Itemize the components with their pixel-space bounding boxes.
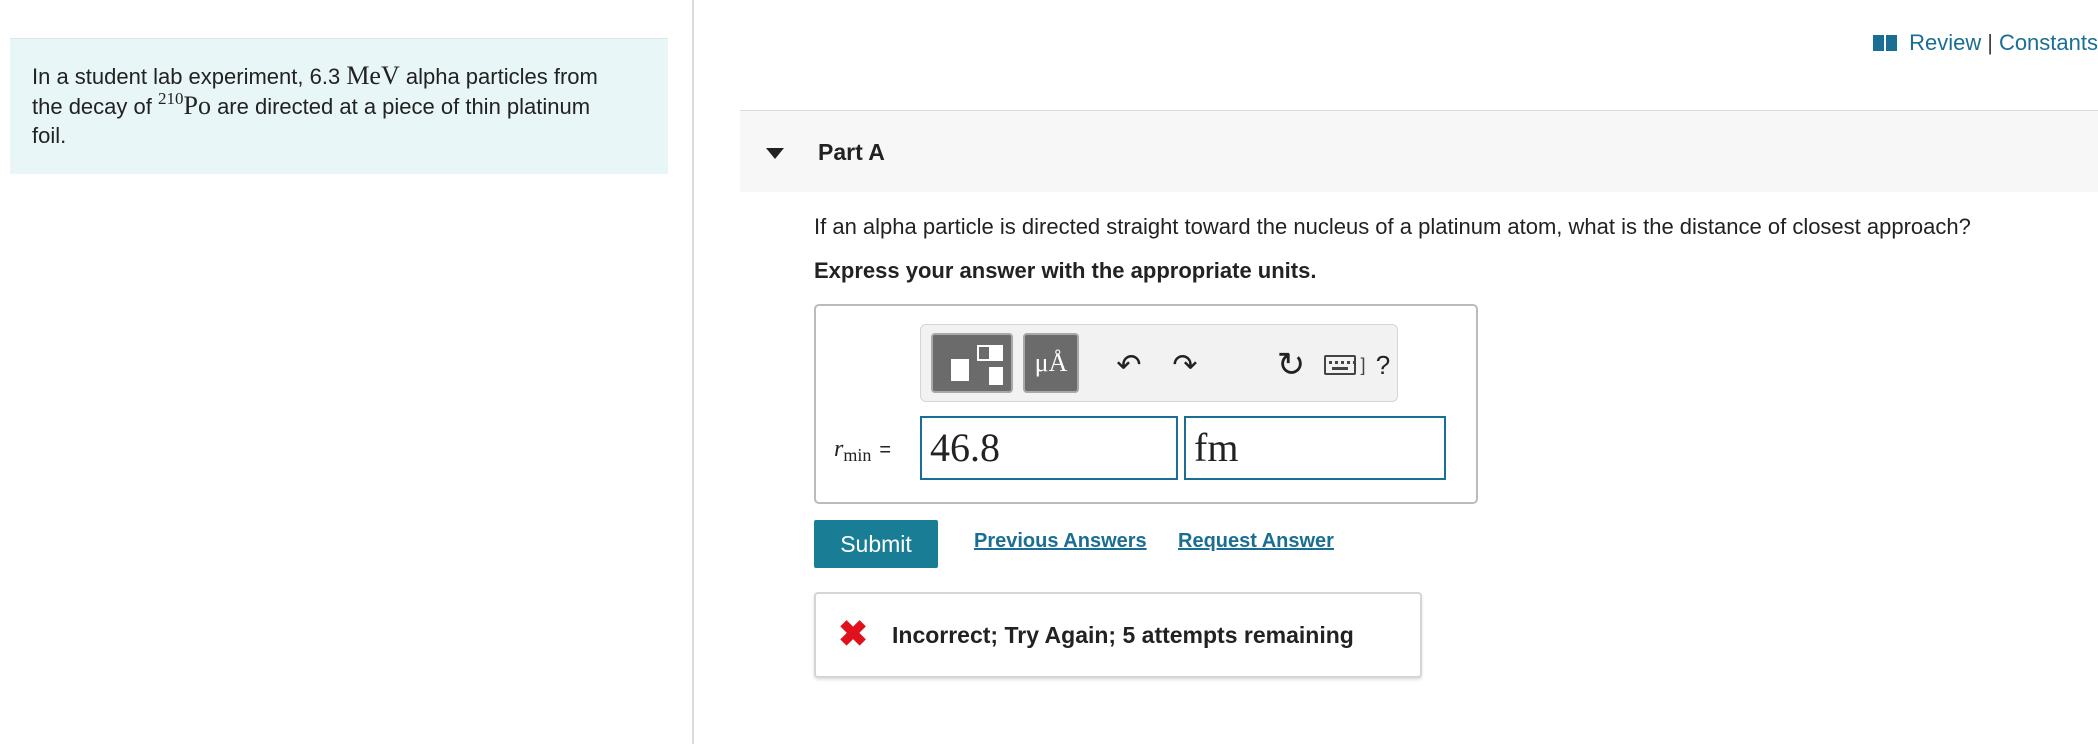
redo-icon[interactable]: ↷ <box>1165 345 1205 385</box>
feedback-box: ✖ Incorrect; Try Again; 5 attempts remai… <box>814 592 1422 678</box>
part-a-header[interactable]: Part A <box>740 110 2098 192</box>
request-answer-link[interactable]: Request Answer <box>1178 530 1334 553</box>
intro-text: alpha particles from <box>399 64 598 89</box>
error-x-icon: ✖ <box>838 613 869 654</box>
keyboard-icon <box>1324 355 1357 375</box>
element-symbol: Po <box>183 91 211 120</box>
isotope-mass-number: 210 <box>157 89 184 108</box>
intro-text: are directed at a piece of thin platinum <box>210 94 591 119</box>
constants-link[interactable]: Constants <box>1999 30 2098 56</box>
intro-line-1: In a student lab experiment, 6.3 MeV alp… <box>32 61 646 91</box>
answer-unit-input[interactable]: fm <box>1184 416 1446 480</box>
variable-label: rmin = <box>834 436 891 466</box>
instruction-text: Express your answer with the appropriate… <box>814 258 1317 283</box>
feedback-message: Incorrect; Try Again; 5 attempts remaini… <box>892 622 1354 648</box>
intro-line-3: foil. <box>32 121 646 150</box>
energy-unit: MeV <box>346 61 400 90</box>
panel-divider <box>692 0 694 744</box>
templates-icon <box>951 359 969 381</box>
intro-text: In a student lab experiment, 6.3 <box>32 64 347 89</box>
undo-icon[interactable]: ↶ <box>1109 345 1149 385</box>
reset-icon[interactable]: ↻ <box>1271 345 1311 385</box>
collapse-caret-icon[interactable] <box>766 148 784 159</box>
equals-sign: = <box>879 439 892 461</box>
intro-text: foil. <box>32 123 67 148</box>
variable-subscript: min <box>843 445 872 465</box>
review-link[interactable]: Review <box>1909 30 1981 56</box>
help-icon[interactable]: ? <box>1363 345 1403 385</box>
left-panel: In a student lab experiment, 6.3 MeV alp… <box>0 0 692 744</box>
previous-answers-link[interactable]: Previous Answers <box>974 530 1147 553</box>
review-constants-links: Review | Constants <box>1873 28 2098 58</box>
variable-symbol: r <box>834 436 844 462</box>
units-button[interactable]: μÅ <box>1023 333 1079 393</box>
problem-intro: In a student lab experiment, 6.3 MeV alp… <box>10 38 668 174</box>
intro-text: the decay of <box>32 94 158 119</box>
math-toolbar: μÅ ↶ ↷ ↻ ] ? <box>920 324 1398 402</box>
part-title: Part A <box>818 139 885 165</box>
question-text: If an alpha particle is directed straigh… <box>814 214 1971 239</box>
link-separator: | <box>1987 30 1993 55</box>
submit-button[interactable]: Submit <box>814 520 938 568</box>
intro-line-2: the decay of 210Po are directed at a pie… <box>32 89 646 121</box>
book-icon <box>1873 35 1898 51</box>
answer-value-input[interactable]: 46.8 <box>920 416 1178 480</box>
templates-button[interactable] <box>931 333 1013 393</box>
answer-box: μÅ ↶ ↷ ↻ ] ? rmin = 46.8 fm <box>814 304 1478 504</box>
